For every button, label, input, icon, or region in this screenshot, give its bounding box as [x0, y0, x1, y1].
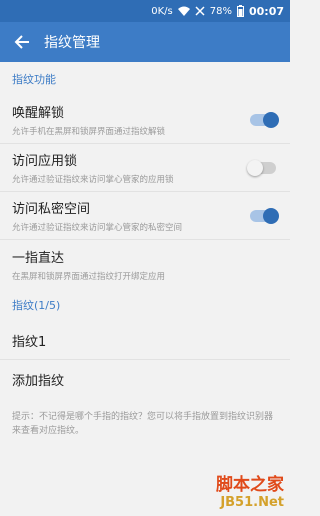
add-fingerprint-button[interactable]: 添加指纹 [0, 360, 290, 398]
watermark: 脚本之家 JB51.Net [216, 470, 284, 510]
setting-title: 唤醒解锁 [12, 106, 65, 121]
section-header-fingerprints: 指纹(1/5) [12, 299, 61, 312]
add-fingerprint-label: 添加指纹 [12, 373, 65, 389]
watermark-url: JB51.Net [220, 495, 284, 510]
setting-subtitle: 允许通过验证指纹来访问掌心管家的应用锁 [12, 175, 174, 185]
hint-text: 提示：不记得是哪个手指的指纹？您可以将手指放置到指纹识别器来查看对应指纹。 [12, 412, 274, 436]
battery-percent: 78% [209, 5, 232, 17]
setting-app-lock[interactable]: 访问应用锁 允许通过验证指纹来访问掌心管家的应用锁 [0, 144, 290, 192]
clock: 00:07 [248, 4, 284, 18]
setting-subtitle: 允许通过验证指纹来访问掌心管家的私密空间 [12, 223, 183, 233]
status-bar: 0K/s 78% 00:07 [0, 0, 290, 22]
wifi-icon [177, 6, 190, 16]
setting-title: 访问私密空间 [12, 202, 91, 217]
setting-subtitle: 在黑屏和锁屏界面通过指纹打开绑定应用 [12, 271, 166, 282]
wake-unlock-toggle[interactable] [250, 111, 279, 128]
battery-icon [236, 5, 244, 17]
setting-subtitle: 允许手机在黑屏和锁屏界面通过指纹解锁 [12, 127, 166, 137]
back-arrow-icon[interactable] [12, 32, 32, 52]
app-bar: 指纹管理 [0, 22, 290, 62]
setting-one-finger[interactable]: 一指直达 在黑屏和锁屏界面通过指纹打开绑定应用 [0, 240, 290, 288]
setting-private-space[interactable]: 访问私密空间 允许通过验证指纹来访问掌心管家的私密空间 [0, 192, 290, 240]
section-header-function: 指纹功能 [12, 73, 56, 86]
setting-wake-unlock[interactable]: 唤醒解锁 允许手机在黑屏和锁屏界面通过指纹解锁 [0, 96, 290, 144]
watermark-title: 脚本之家 [216, 475, 284, 495]
no-signal-icon [195, 6, 205, 16]
fingerprint-item[interactable]: 指纹1 [0, 322, 290, 360]
fingerprint-name: 指纹1 [12, 335, 47, 350]
net-speed: 0K/s [151, 5, 173, 17]
settings-list: 指纹功能 唤醒解锁 允许手机在黑屏和锁屏界面通过指纹解锁 访问应用锁 允许通过验… [0, 62, 290, 438]
private-space-toggle[interactable] [250, 207, 279, 224]
page-title: 指纹管理 [44, 35, 100, 51]
setting-title: 访问应用锁 [12, 154, 78, 169]
app-lock-toggle[interactable] [247, 159, 276, 176]
setting-title: 一指直达 [12, 250, 65, 266]
